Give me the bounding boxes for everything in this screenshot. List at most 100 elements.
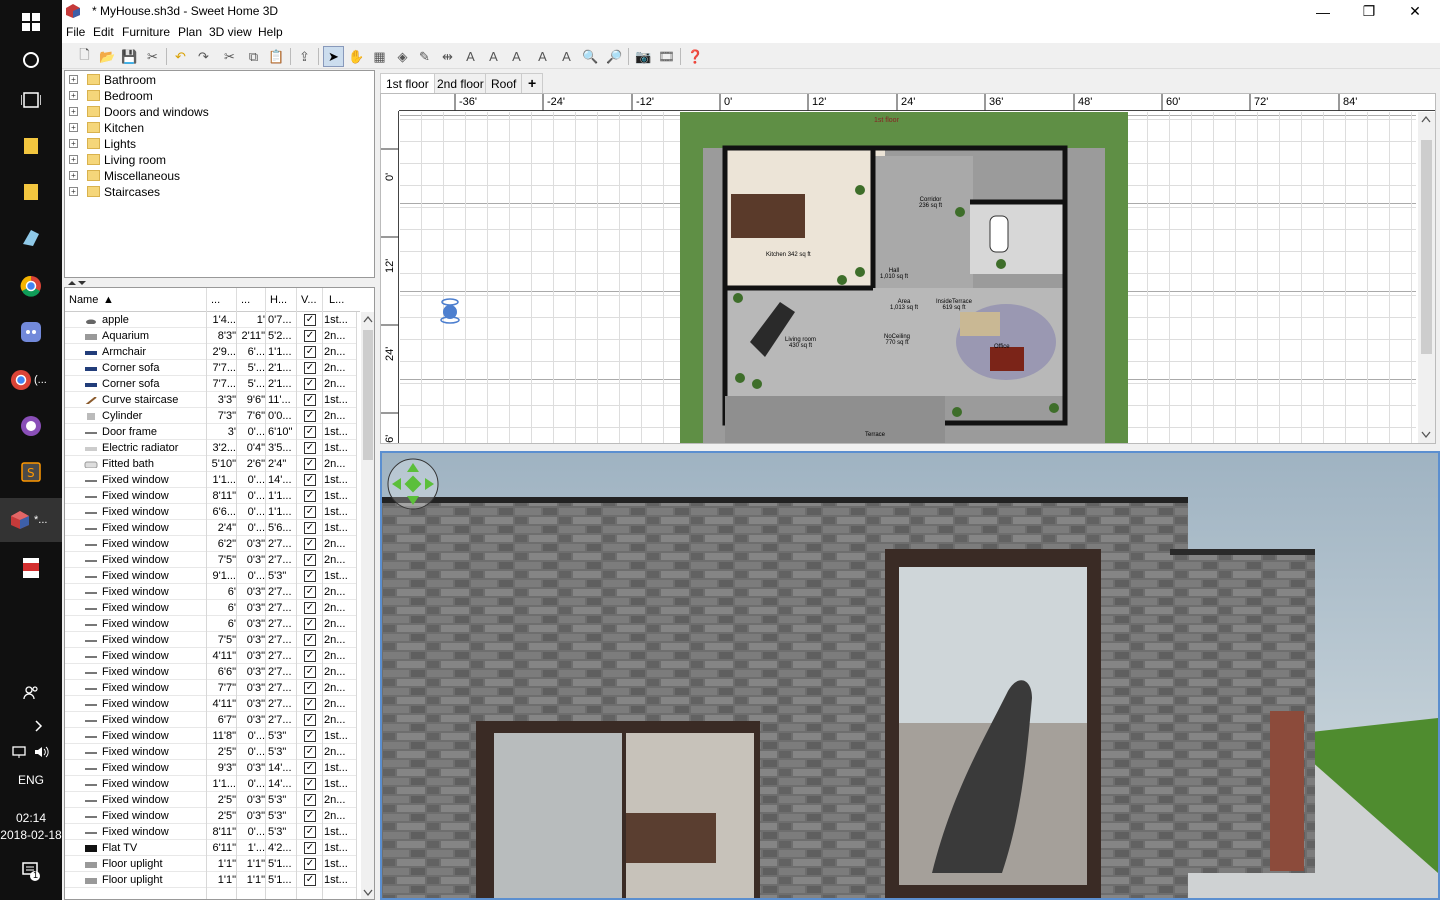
table-row[interactable]: Fixed window 7'5" 0'3" 2'7... ✓ 2n... — [65, 632, 356, 648]
visible-checkbox[interactable]: ✓ — [304, 570, 316, 582]
3d-navigation-control[interactable] — [386, 457, 440, 514]
menu-edit[interactable]: Edit — [93, 25, 114, 39]
expand-icon[interactable]: + — [69, 107, 78, 116]
furniture-scrollbar[interactable] — [361, 312, 374, 899]
header-visible[interactable]: V... — [301, 294, 317, 306]
visible-checkbox[interactable]: ✓ — [304, 586, 316, 598]
catalog-splitter[interactable] — [64, 279, 375, 287]
add-text-icon[interactable]: A — [460, 46, 481, 67]
create-rooms-icon[interactable]: ◈ — [392, 46, 413, 67]
clock-time[interactable]: 02:14 — [0, 811, 62, 825]
room-office[interactable]: Office — [994, 344, 1010, 350]
visible-checkbox[interactable]: ✓ — [304, 794, 316, 806]
table-row[interactable]: Fixed window 4'11" 0'3" 2'7... ✓ 2n... — [65, 696, 356, 712]
visible-checkbox[interactable]: ✓ — [304, 602, 316, 614]
tab-1st-floor[interactable]: 1st floor — [380, 73, 435, 93]
visible-checkbox[interactable]: ✓ — [304, 490, 316, 502]
table-row[interactable]: Fixed window 6'6... 0'... 1'1... ✓ 1st... — [65, 504, 356, 520]
table-row[interactable]: Flat TV 6'11" 1'... 4'2... ✓ 1st... — [65, 840, 356, 856]
visible-checkbox[interactable]: ✓ — [304, 394, 316, 406]
table-row[interactable]: Fixed window 2'5" 0'3" 5'3" ✓ 2n... — [65, 808, 356, 824]
menu-3d-view[interactable]: 3D view — [209, 25, 252, 39]
chrome-icon[interactable] — [0, 264, 62, 308]
visible-checkbox[interactable]: ✓ — [304, 778, 316, 790]
room-hall[interactable]: Hall 1,010 sq ft — [880, 268, 908, 280]
table-row[interactable]: Fixed window 6' 0'3" 2'7... ✓ 2n... — [65, 584, 356, 600]
menu-furniture[interactable]: Furniture — [122, 25, 170, 39]
undo-icon[interactable]: ↶ — [170, 46, 191, 67]
room-living-room[interactable]: Living room 430 sq ft — [785, 337, 816, 349]
copy-icon[interactable]: ⧉ — [243, 46, 264, 67]
chrome-profile-icon[interactable]: (... — [0, 358, 62, 402]
visible-checkbox[interactable]: ✓ — [304, 762, 316, 774]
room-corridor[interactable]: Corridor 236 sq ft — [919, 197, 942, 209]
expand-icon[interactable]: + — [69, 187, 78, 196]
plan-scrollbar[interactable] — [1418, 112, 1435, 443]
minimize-button[interactable]: — — [1300, 0, 1346, 23]
table-row[interactable]: Fixed window 8'11" 0'... 1'1... ✓ 1st... — [65, 488, 356, 504]
header-level[interactable]: L... — [329, 294, 344, 306]
visible-checkbox[interactable]: ✓ — [304, 426, 316, 438]
tab-2nd-floor[interactable]: 2nd floor — [431, 73, 490, 93]
visible-checkbox[interactable]: ✓ — [304, 410, 316, 422]
table-row[interactable]: Fixed window 6'2" 0'3" 2'7... ✓ 2n... — [65, 536, 356, 552]
table-row[interactable]: Fixed window 6'6" 0'3" 2'7... ✓ 2n... — [65, 664, 356, 680]
catalog-category[interactable]: + Bathroom — [65, 72, 365, 88]
open-folder-icon[interactable]: 📂 — [97, 46, 118, 67]
table-row[interactable]: Fixed window 2'4" 0'... 5'6... ✓ 1st... — [65, 520, 356, 536]
menu-file[interactable]: File — [66, 25, 85, 39]
chevron-right-icon[interactable] — [8, 718, 70, 737]
table-row[interactable]: Door frame 3' 0'... 6'10" ✓ 1st... — [65, 424, 356, 440]
catalog-category[interactable]: + Miscellaneous — [65, 168, 365, 184]
room-area[interactable]: Area 1,013 sq ft — [890, 299, 918, 311]
table-row[interactable]: Fitted bath 5'10" 2'6" 2'4" ✓ 2n... — [65, 456, 356, 472]
table-row[interactable]: apple 1'4... 1' 0'7... ✓ 1st... — [65, 312, 356, 328]
create-walls-icon[interactable]: ▦ — [369, 46, 390, 67]
plan-view[interactable]: -36' -24' -12' 0' 12' 24' 36' 48' 60' 72… — [380, 93, 1436, 444]
file-explorer-icon[interactable] — [0, 124, 62, 168]
visible-checkbox[interactable]: ✓ — [304, 362, 316, 374]
table-row[interactable]: Fixed window 6'7" 0'3" 2'7... ✓ 2n... — [65, 712, 356, 728]
table-row[interactable]: Fixed window 2'5" 0'... 5'3" ✓ 2n... — [65, 744, 356, 760]
table-row[interactable]: Aquarium 8'3" 2'11" 5'2... ✓ 2n... — [65, 328, 356, 344]
table-row[interactable]: Fixed window 11'8" 0'... 5'3" ✓ 1st... — [65, 728, 356, 744]
room-terrace[interactable]: Terrace — [865, 432, 885, 438]
create-video-icon[interactable]: 🎞 — [656, 46, 677, 67]
3d-render[interactable] — [382, 453, 1438, 898]
visible-checkbox[interactable]: ✓ — [304, 618, 316, 630]
preferences-icon[interactable]: ✂ — [142, 46, 163, 67]
visible-checkbox[interactable]: ✓ — [304, 682, 316, 694]
new-file-icon[interactable]: 🗋 — [74, 46, 95, 67]
create-photo-icon[interactable]: 📷 — [633, 46, 654, 67]
expand-icon[interactable]: + — [69, 171, 78, 180]
table-row[interactable]: Fixed window 7'5" 0'3" 2'7... ✓ 2n... — [65, 552, 356, 568]
header-depth[interactable]: ... — [241, 294, 250, 306]
3d-view[interactable] — [380, 451, 1440, 900]
file-explorer-icon-2[interactable] — [0, 170, 62, 214]
catalog-category[interactable]: + Bedroom — [65, 88, 365, 104]
furniture-catalog-tree[interactable]: + Bathroom + Bedroom + Doors and windows + K… — [64, 70, 375, 278]
visible-checkbox[interactable]: ✓ — [304, 554, 316, 566]
visible-checkbox[interactable]: ✓ — [304, 858, 316, 870]
visible-checkbox[interactable]: ✓ — [304, 650, 316, 662]
table-row[interactable]: Fixed window 6' 0'3" 2'7... ✓ 2n... — [65, 616, 356, 632]
increase-text-icon[interactable]: A — [506, 46, 527, 67]
add-level-button[interactable]: + — [521, 73, 544, 93]
catalog-category[interactable]: + Kitchen — [65, 120, 365, 136]
furniture-table[interactable]: Name ▲ ... ... H... V... L... apple 1'4..… — [64, 287, 375, 900]
create-polylines-icon[interactable]: ✎ — [414, 46, 435, 67]
table-row[interactable]: Fixed window 7'7" 0'3" 2'7... ✓ 2n... — [65, 680, 356, 696]
catalog-category[interactable]: + Doors and windows — [65, 104, 365, 120]
table-row[interactable]: Fixed window 6' 0'3" 2'7... ✓ 2n... — [65, 600, 356, 616]
visible-checkbox[interactable]: ✓ — [304, 810, 316, 822]
pdf-reader-icon[interactable] — [0, 546, 62, 590]
visible-checkbox[interactable]: ✓ — [304, 314, 316, 326]
expand-icon[interactable]: + — [69, 139, 78, 148]
zoom-out-icon[interactable]: 🔎 — [604, 46, 625, 67]
expand-icon[interactable]: + — [69, 91, 78, 100]
visible-checkbox[interactable]: ✓ — [304, 330, 316, 342]
generic-app-icon[interactable] — [0, 216, 62, 260]
table-row[interactable]: Electric radiator 3'2... 0'4" 3'5... ✓ 1st... — [65, 440, 356, 456]
network-volume-icons[interactable] — [0, 744, 62, 763]
cortana-circle-icon[interactable] — [0, 38, 62, 82]
